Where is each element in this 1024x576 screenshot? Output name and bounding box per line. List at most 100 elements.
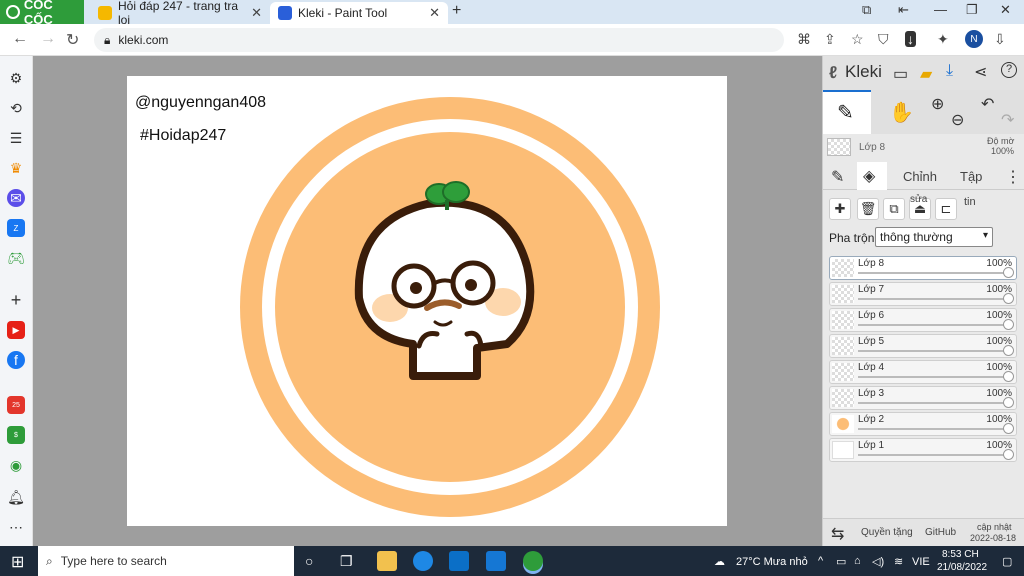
- layer-row[interactable]: Lớp 8 100%: [829, 256, 1017, 280]
- forward-icon[interactable]: →: [40, 30, 56, 48]
- network-icon[interactable]: ⌂: [854, 555, 861, 567]
- reload-icon[interactable]: ↻: [66, 30, 79, 50]
- more-vertical-icon[interactable]: ⋮: [1005, 167, 1021, 187]
- layer-opacity-slider[interactable]: [858, 402, 1006, 404]
- layer-row[interactable]: Lớp 7 100%: [829, 282, 1017, 306]
- layer-opacity-slider[interactable]: [858, 324, 1006, 326]
- blend-mode-select[interactable]: thông thường ▾: [875, 227, 993, 247]
- slider-handle[interactable]: [1003, 267, 1014, 278]
- privacy-link[interactable]: Quyền tặng: [861, 527, 913, 538]
- add-shortcut-icon[interactable]: +: [7, 290, 25, 310]
- zoom-in-icon[interactable]: ⊕: [931, 94, 944, 114]
- download-icon[interactable]: ↓: [905, 31, 916, 47]
- layer-opacity-slider[interactable]: [858, 376, 1006, 378]
- taskbar-search-box[interactable]: ⌕ Type here to search: [38, 546, 294, 576]
- slider-handle[interactable]: [1003, 423, 1014, 434]
- delete-layer-button[interactable]: 🗑︎: [857, 198, 879, 220]
- tab-hoidap247[interactable]: Hỏi đáp 247 - trang tra loi ✕: [90, 0, 270, 27]
- undo-icon[interactable]: ↶: [981, 94, 994, 114]
- update-date[interactable]: 2022-08-18: [970, 533, 1016, 543]
- clock-date[interactable]: 21/08/2022: [937, 562, 987, 573]
- notifications-icon[interactable]: ▢: [1002, 555, 1012, 568]
- layer-row[interactable]: Lớp 1 100%: [829, 438, 1017, 462]
- hand-tool-icon[interactable]: ✋: [889, 100, 914, 125]
- mail-icon[interactable]: [486, 551, 506, 571]
- tab-brush-icon[interactable]: ✎: [831, 167, 844, 187]
- layer-opacity-slider[interactable]: [858, 428, 1006, 430]
- close-icon[interactable]: ✕: [251, 5, 262, 21]
- slider-handle[interactable]: [1003, 397, 1014, 408]
- layer-opacity-slider[interactable]: [858, 350, 1006, 352]
- layer-opacity-slider[interactable]: [858, 272, 1006, 274]
- task-view-icon[interactable]: ❐: [340, 553, 353, 570]
- brush-tool-button[interactable]: ✎: [823, 90, 871, 134]
- tab-file[interactable]: Tập: [960, 169, 982, 184]
- coccoc-taskbar-icon[interactable]: [523, 551, 543, 571]
- maps-icon[interactable]: ◉: [7, 456, 25, 474]
- back-history-icon[interactable]: ⇤: [898, 2, 909, 18]
- profile-avatar[interactable]: N: [965, 30, 983, 48]
- tab-edit[interactable]: Chỉnh: [903, 169, 937, 184]
- add-layer-button[interactable]: ✚: [829, 198, 851, 220]
- youtube-icon[interactable]: ▶: [7, 321, 25, 339]
- new-tab-icon[interactable]: +: [452, 2, 461, 20]
- slider-handle[interactable]: [1003, 449, 1014, 460]
- coccoc-brand-button[interactable]: CỐC CỐC: [0, 0, 84, 27]
- rename-layer-button[interactable]: ⊏: [935, 198, 957, 220]
- share-icon[interactable]: ⋖: [974, 62, 987, 82]
- restore-icon[interactable]: ❐: [966, 2, 978, 18]
- redo-icon[interactable]: ↷: [1001, 110, 1014, 130]
- zalo-icon[interactable]: Z: [7, 219, 25, 237]
- clock-time[interactable]: 8:53 CH: [942, 549, 979, 560]
- close-window-icon[interactable]: ✕: [1000, 2, 1011, 18]
- slider-handle[interactable]: [1003, 345, 1014, 356]
- facebook-icon[interactable]: f: [7, 351, 25, 369]
- layer-row[interactable]: Lớp 4 100%: [829, 360, 1017, 384]
- windows-start-icon[interactable]: ⊞: [11, 552, 24, 572]
- layer-row[interactable]: Lớp 5 100%: [829, 334, 1017, 358]
- github-link[interactable]: GitHub: [925, 527, 956, 538]
- close-icon[interactable]: ✕: [429, 5, 440, 21]
- slider-handle[interactable]: [1003, 371, 1014, 382]
- translate-icon[interactable]: ⌘: [797, 31, 811, 48]
- layer-row[interactable]: Lớp 3 100%: [829, 386, 1017, 410]
- calendar-icon[interactable]: 25: [7, 396, 25, 414]
- edge-browser-icon[interactable]: [413, 551, 433, 571]
- messenger-icon[interactable]: ✉: [7, 189, 25, 207]
- layer-opacity-slider[interactable]: [858, 298, 1006, 300]
- settings-gear-icon[interactable]: ⚙: [7, 69, 25, 87]
- downloads-tray-icon[interactable]: ⇩: [994, 31, 1006, 48]
- address-bar[interactable]: 🔒︎ kleki.com: [94, 28, 784, 52]
- minimize-icon[interactable]: —: [934, 2, 947, 17]
- shield-icon[interactable]: ⛉: [878, 31, 889, 48]
- game-controller-icon[interactable]: 🎮︎: [7, 249, 25, 267]
- layer-opacity-slider[interactable]: [858, 454, 1006, 456]
- history-icon[interactable]: ⟲: [7, 99, 25, 117]
- extensions-icon[interactable]: ✦: [937, 31, 949, 48]
- language-indicator[interactable]: VIE: [912, 556, 930, 568]
- new-file-icon[interactable]: ▭: [893, 64, 908, 84]
- back-icon[interactable]: ←: [12, 30, 28, 48]
- file-explorer-icon[interactable]: [377, 551, 397, 571]
- slider-handle[interactable]: [1003, 319, 1014, 330]
- crown-icon[interactable]: ♛: [7, 159, 25, 177]
- battery-icon[interactable]: ▭: [836, 555, 846, 568]
- wifi-icon[interactable]: ≋: [894, 555, 903, 568]
- drawing-canvas[interactable]: @nguyenngan408 #Hoidap247: [127, 76, 727, 526]
- share-icon[interactable]: ⇪: [824, 31, 836, 48]
- open-folder-icon[interactable]: ▰: [920, 64, 932, 84]
- zoom-out-icon[interactable]: ⊖: [951, 110, 964, 130]
- tab-search-icon[interactable]: ⧉: [862, 2, 871, 18]
- layer-row[interactable]: Lớp 2 100%: [829, 412, 1017, 436]
- notification-bell-icon[interactable]: 🔔︎: [7, 488, 25, 506]
- help-icon[interactable]: ?: [1001, 62, 1017, 78]
- swap-panel-icon[interactable]: ⇆: [831, 524, 844, 544]
- bookmark-star-icon[interactable]: ☆: [851, 31, 864, 48]
- reading-list-icon[interactable]: ☰: [7, 129, 25, 147]
- save-download-icon[interactable]: ⤓: [946, 62, 953, 80]
- layer-row[interactable]: Lớp 6 100%: [829, 308, 1017, 332]
- cortana-icon[interactable]: ○: [305, 553, 313, 569]
- voucher-icon[interactable]: $: [7, 426, 25, 444]
- slider-handle[interactable]: [1003, 293, 1014, 304]
- store-icon[interactable]: [449, 551, 469, 571]
